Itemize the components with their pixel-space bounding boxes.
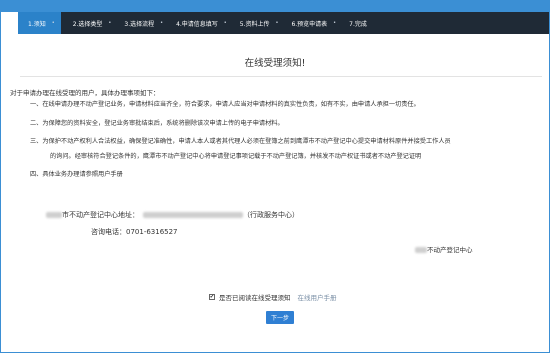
step-3-select-process[interactable]: 3.选择流程 • (111, 12, 163, 34)
step-label: 4.申请信息填写 (176, 20, 218, 28)
notice-item-3: 三、为保护不动产权利人合法权益，确保登记准确性，申请人本人或者其代理人必须在登簿… (30, 138, 451, 145)
intro-text: 对于申请办理在线受理的用户，具体办理事项如下： (10, 89, 160, 97)
step-2-select-type[interactable]: 2.选择类型 • (61, 12, 112, 34)
notice-item-4: 四、具体业务办理请参照用户手册 (30, 171, 123, 178)
step-label: 2.选择类型 (72, 20, 103, 28)
notice-item-2: 二、为保障您的资料安全，登记业务审批结束后，系统将删除该次申请上传的电子申请材料… (30, 120, 284, 127)
step-4-fill-application[interactable]: 4.申请信息填写 • (163, 12, 227, 34)
organization-signature: 不动产登记中心 (415, 244, 473, 254)
step-navigation: 1.须知 • 2.选择类型 • 3.选择流程 • 4.申请信息填写 • 5.资料… (18, 12, 549, 34)
address-suffix: （行政服务中心） (243, 211, 299, 219)
step-5-upload-materials[interactable]: 5.资料上传 • (227, 12, 279, 34)
agreement-row: ✔ 是否已阅读在线受理须知 在线用户手册 (209, 292, 337, 302)
step-label: 6.预览申请表 (291, 20, 328, 28)
step-label: 1.须知 (28, 20, 46, 28)
step-label: 7.完成 (349, 20, 367, 28)
notice-item-3-continued: 的询问。经审核符合登记条件的，鹰潭市不动产登记中心将申请登记事项记载于不动产登记… (50, 153, 422, 160)
phone-number: 0701-6316527 (126, 228, 178, 236)
read-notice-checkbox[interactable]: ✔ (209, 294, 215, 300)
top-accent-bar (0, 0, 550, 12)
step-6-preview-form[interactable]: 6.预览申请表 • (278, 12, 336, 34)
user-manual-link[interactable]: 在线用户手册 (298, 292, 337, 302)
org-name: 不动产登记中心 (427, 246, 473, 254)
redacted-city (46, 212, 62, 218)
step-label: 3.选择流程 (124, 20, 155, 28)
step-separator: • (51, 20, 55, 26)
consult-phone: 咨询电话：0701-6316527 (91, 227, 178, 237)
notice-item-1: 一、在线申请办理不动产登记业务，申请材料应当齐全，符合要求，申请人应当对申请材料… (30, 101, 420, 108)
step-7-complete[interactable]: 7.完成 (336, 12, 367, 34)
step-label: 5.资料上传 (239, 20, 270, 28)
redacted-city (415, 247, 427, 253)
office-address: 市不动产登记中心地址： （行政服务中心） (46, 210, 299, 220)
page-title: 在线受理须知! (244, 58, 306, 69)
address-label: 市不动产登记中心地址： (62, 211, 139, 219)
redacted-address (143, 212, 243, 218)
title-divider (20, 76, 542, 77)
next-step-button[interactable]: 下一步 (266, 311, 294, 324)
step-1-notice[interactable]: 1.须知 • (18, 12, 61, 34)
agree-label: 是否已阅读在线受理须知 (219, 294, 291, 302)
phone-label: 咨询电话： (91, 228, 126, 236)
